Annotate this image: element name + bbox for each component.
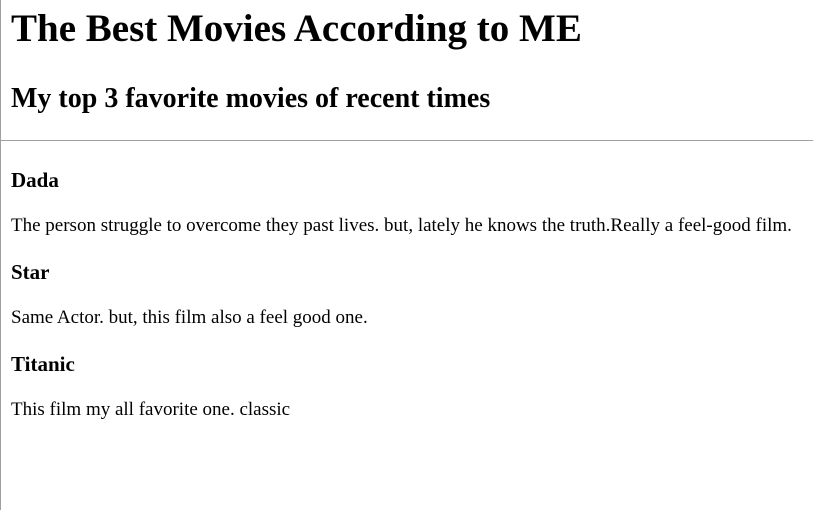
movie-list: Dada The person struggle to overcome the… — [11, 168, 813, 421]
movie-title: Star — [11, 260, 50, 284]
section-divider — [0, 140, 813, 141]
movie-description: This film my all favorite one. classic — [11, 399, 291, 420]
movie-description: The person struggle to overcome they pas… — [11, 215, 792, 236]
movie-description: Same Actor. but, this film also a feel g… — [11, 307, 368, 328]
window-left-border — [0, 0, 1, 510]
page-title: The Best Movies According to ME — [11, 7, 582, 50]
page-subtitle: My top 3 favorite movies of recent times — [11, 83, 491, 114]
page-content: The Best Movies According to ME My top 3… — [0, 0, 813, 421]
movie-entry-star: Star Same Actor. but, this film also a f… — [11, 260, 813, 329]
movie-title: Dada — [11, 168, 59, 192]
movie-title: Titanic — [11, 352, 75, 376]
movie-entry-dada: Dada The person struggle to overcome the… — [11, 168, 813, 237]
movie-entry-titanic: Titanic This film my all favorite one. c… — [11, 352, 813, 421]
